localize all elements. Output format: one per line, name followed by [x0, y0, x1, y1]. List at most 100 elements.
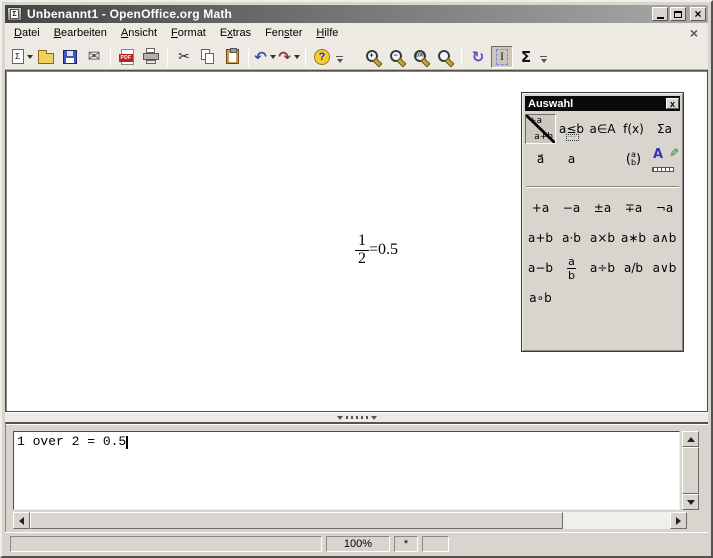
- unary-binary-icon: +a a+b: [526, 115, 555, 143]
- horizontal-scrollbar[interactable]: [13, 512, 687, 529]
- symbol-a-and-b[interactable]: a∧b: [649, 223, 680, 253]
- splitter-handle-icon[interactable]: [337, 416, 377, 420]
- auswahl-symbol-grid: +a −a ±a ∓a ¬a a+b a⋅b a×b a∗b a∧b a−b a: [525, 193, 681, 313]
- zoom-100-icon: 100: [414, 50, 426, 62]
- category-set-operations[interactable]: a∈A: [587, 114, 618, 144]
- category-brackets[interactable]: ( a b ): [618, 144, 649, 174]
- command-input[interactable]: 1 over 2 = 0.5: [13, 431, 680, 510]
- open-icon: [38, 53, 54, 64]
- category-misc[interactable]: a ···: [556, 144, 587, 174]
- symbol-a-over-b[interactable]: a b: [556, 253, 587, 283]
- menu-hilfe[interactable]: Hilfe: [309, 25, 345, 42]
- symbols-button[interactable]: Σ: [515, 46, 537, 68]
- save-button[interactable]: [59, 46, 81, 68]
- category-unary-binary-operators[interactable]: +a a+b: [525, 114, 556, 144]
- auswahl-titlebar[interactable]: Auswahl x: [525, 96, 680, 111]
- maximize-button[interactable]: [670, 7, 686, 21]
- new-document-button[interactable]: Σ: [11, 46, 33, 68]
- titlebar[interactable]: Σ Unbenannt1 - OpenOffice.org Math ×: [5, 5, 708, 23]
- symbol-plus-a[interactable]: +a: [525, 193, 556, 223]
- symbol-plusminus-a[interactable]: ±a: [587, 193, 618, 223]
- copy-button[interactable]: [197, 46, 219, 68]
- command-text: 1 over 2 = 0.5: [17, 434, 126, 449]
- cut-button[interactable]: ✂: [173, 46, 195, 68]
- view-splitter[interactable]: [5, 412, 708, 422]
- symbol-a-slash-b[interactable]: a/b: [618, 253, 649, 283]
- document-close-button[interactable]: ×: [690, 26, 698, 40]
- symbol-a-circ-b[interactable]: a∘b: [525, 283, 556, 313]
- statusbar: 100% *: [5, 532, 708, 554]
- update-button[interactable]: ↻: [467, 46, 489, 68]
- menu-datei[interactable]: Datei: [7, 25, 47, 42]
- menu-ansicht[interactable]: Ansicht: [114, 25, 164, 42]
- export-pdf-button[interactable]: PDF: [116, 46, 138, 68]
- toolbar-separator: [110, 48, 111, 66]
- symbol-a-div-b[interactable]: a÷b: [587, 253, 618, 283]
- scroll-left-button[interactable]: [13, 512, 30, 529]
- print-button[interactable]: [140, 46, 162, 68]
- symbol-minusplus-a[interactable]: ∓a: [618, 193, 649, 223]
- minimize-icon: [657, 17, 664, 19]
- zoom-out-button[interactable]: −: [386, 46, 408, 68]
- close-button[interactable]: ×: [690, 7, 706, 21]
- print-icon: [143, 51, 159, 64]
- category-formats[interactable]: A ✎: [649, 144, 680, 174]
- open-button[interactable]: [35, 46, 57, 68]
- symbol-a-mult-b[interactable]: a∗b: [618, 223, 649, 253]
- app-icon: Σ: [7, 7, 22, 21]
- paste-button[interactable]: [221, 46, 243, 68]
- overflow-arrow-icon: [541, 59, 547, 63]
- auswahl-panel: Auswahl x +a a+b a≤b a∈A f(x) Σa a⃗ a: [521, 92, 684, 352]
- zoom-100-button[interactable]: 100: [410, 46, 432, 68]
- vertical-scroll-thumb[interactable]: [682, 447, 699, 494]
- export-pdf-icon: PDF: [121, 49, 134, 65]
- help-icon: ?: [314, 49, 330, 65]
- auswahl-title: Auswahl: [525, 98, 666, 110]
- status-zoom[interactable]: 100%: [326, 536, 390, 552]
- formats-icon: A ✎: [649, 144, 680, 174]
- toolbar-separator: [305, 48, 306, 66]
- symbol-a-or-b[interactable]: a∨b: [649, 253, 680, 283]
- menu-bearbeiten[interactable]: Bearbeiten: [47, 25, 114, 42]
- text-cursor: [126, 436, 128, 449]
- auswahl-divider: [526, 186, 679, 188]
- symbol-a-plus-b[interactable]: a+b: [525, 223, 556, 253]
- toolbar-overflow-button-2[interactable]: [540, 56, 547, 63]
- help-button[interactable]: ?: [311, 46, 333, 68]
- zoom-in-button[interactable]: +: [362, 46, 384, 68]
- menu-extras[interactable]: Extras: [213, 25, 258, 42]
- zoom-in-icon: +: [366, 50, 378, 62]
- minimize-button[interactable]: [652, 7, 668, 21]
- undo-button[interactable]: ↶: [254, 46, 276, 68]
- paste-icon: [226, 49, 239, 64]
- category-operators[interactable]: Σa: [649, 114, 680, 144]
- zoom-all-button[interactable]: [434, 46, 456, 68]
- scroll-right-button[interactable]: [670, 512, 687, 529]
- category-functions[interactable]: f(x): [618, 114, 649, 144]
- email-button[interactable]: ✉: [83, 46, 105, 68]
- toolbar-overflow-button[interactable]: [336, 56, 343, 63]
- window-title: Unbenannt1 - OpenOffice.org Math: [27, 7, 652, 21]
- symbol-a-cdot-b[interactable]: a⋅b: [556, 223, 587, 253]
- symbol-a-minus-b[interactable]: a−b: [525, 253, 556, 283]
- symbol-minus-a[interactable]: −a: [556, 193, 587, 223]
- scroll-down-button[interactable]: [682, 494, 699, 510]
- formula-cursor-button[interactable]: I: [491, 46, 513, 68]
- symbol-neg-a[interactable]: ¬a: [649, 193, 680, 223]
- cut-icon: ✂: [178, 49, 190, 65]
- category-attributes[interactable]: a⃗: [525, 144, 556, 174]
- auswahl-close-button[interactable]: x: [666, 98, 679, 109]
- vertical-scrollbar[interactable]: [682, 431, 699, 510]
- arrow-right-icon: [676, 517, 681, 525]
- redo-dropdown-icon: [294, 55, 300, 59]
- close-icon: ×: [694, 9, 701, 19]
- menu-format[interactable]: Format: [164, 25, 213, 42]
- scroll-up-button[interactable]: [682, 431, 699, 447]
- menu-fenster[interactable]: Fenster: [258, 25, 309, 42]
- redo-button[interactable]: ↷: [278, 46, 300, 68]
- misc-bubble-icon: ···: [566, 134, 579, 141]
- zoom-all-icon: [438, 50, 450, 62]
- overflow-arrow-icon: [337, 59, 343, 63]
- horizontal-scroll-thumb[interactable]: [30, 512, 563, 529]
- symbol-a-times-b[interactable]: a×b: [587, 223, 618, 253]
